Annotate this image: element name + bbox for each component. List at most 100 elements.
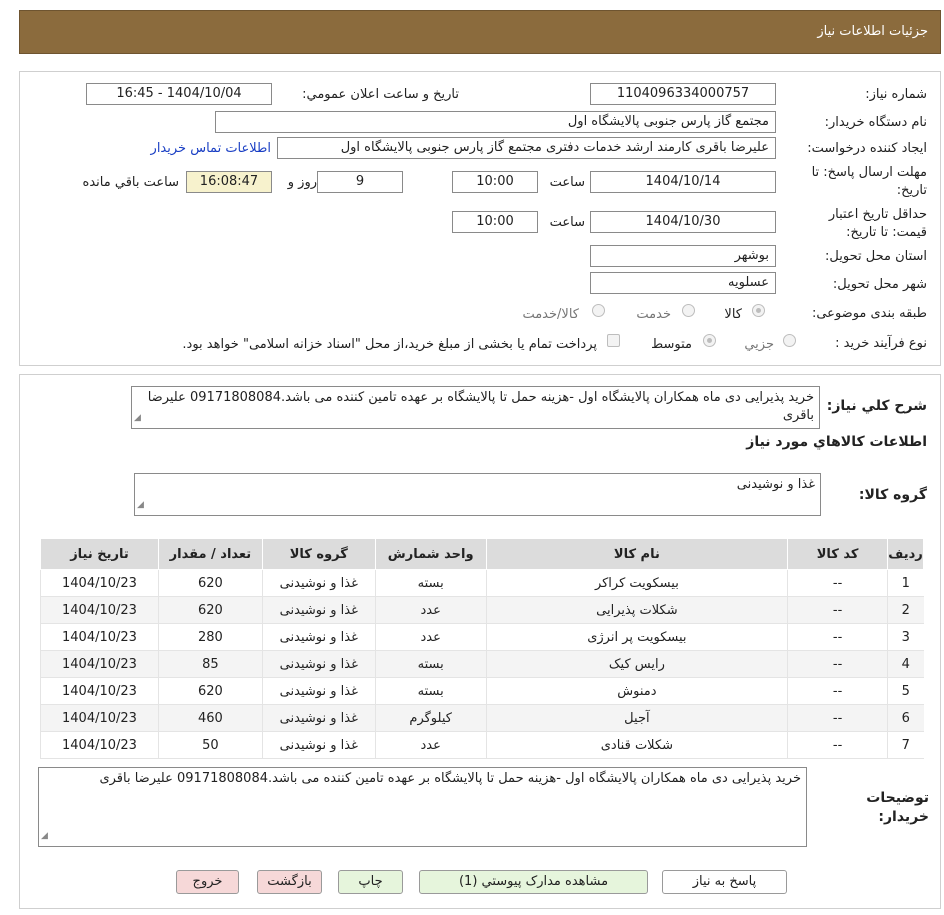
buyer-notes-label-line2: خريدار: bbox=[878, 809, 929, 825]
description-text: خرید پذیرایی دی ماه همکاران پالایشگاه او… bbox=[147, 390, 814, 423]
category-both-radio[interactable] bbox=[592, 304, 605, 317]
cell-item-name: شکلات پذیرایی bbox=[485, 596, 788, 624]
cell-item-name: شکلات قنادی bbox=[485, 731, 788, 759]
back-button[interactable]: بازگشت bbox=[257, 870, 322, 894]
cell-unit: عدد bbox=[374, 623, 487, 651]
cell-unit: بسته bbox=[374, 650, 487, 678]
cell-need-date: 1404/10/23 bbox=[40, 731, 159, 759]
cell-row-number: 6 bbox=[887, 704, 924, 732]
category-goods-radio[interactable] bbox=[752, 304, 765, 317]
validity-date-field: 1404/10/30 bbox=[590, 211, 776, 233]
cell-row-number: 7 bbox=[887, 731, 924, 759]
treasury-payment-checkbox[interactable] bbox=[607, 334, 620, 347]
buyer-notes-label-line1: توضيحات bbox=[866, 790, 929, 806]
announce-date-field: 1404/10/04 - 16:45 bbox=[86, 83, 272, 105]
table-row: 1 -- بیسکویت کراکر بسته غذا و نوشیدنی 62… bbox=[40, 569, 924, 597]
print-button[interactable]: چاپ bbox=[338, 870, 403, 894]
process-type-label: نوع فرآيند خريد : bbox=[835, 336, 927, 351]
cell-item-code: -- bbox=[787, 650, 888, 678]
cell-quantity: 620 bbox=[157, 569, 263, 597]
cell-item-group: غذا و نوشیدنی bbox=[261, 596, 376, 624]
cell-row-number: 4 bbox=[887, 650, 924, 678]
remaining-time-label: ساعت باقي مانده bbox=[82, 175, 179, 190]
table-row: 7 -- شکلات قنادی عدد غذا و نوشیدنی 50 14… bbox=[40, 731, 924, 759]
cell-row-number: 1 bbox=[887, 569, 924, 597]
cell-item-name: بیسکویت پر انرژی bbox=[485, 623, 788, 651]
cell-row-number: 2 bbox=[887, 596, 924, 624]
cell-item-group: غذا و نوشیدنی bbox=[261, 731, 376, 759]
cell-row-number: 3 bbox=[887, 623, 924, 651]
table-row: 4 -- رایس کیک بسته غذا و نوشیدنی 85 1404… bbox=[40, 650, 924, 678]
cell-need-date: 1404/10/23 bbox=[40, 596, 159, 624]
deadline-time-label: ساعت bbox=[549, 175, 585, 190]
need-number-label: شماره نیاز: bbox=[865, 87, 927, 102]
page-header: جزئیات اطلاعات نیاز bbox=[19, 10, 941, 54]
need-number-field: 1104096334000757 bbox=[590, 83, 776, 105]
table-row: 3 -- بیسکویت پر انرژی عدد غذا و نوشیدنی … bbox=[40, 623, 924, 651]
resize-grip-icon[interactable]: ◢ bbox=[134, 409, 141, 427]
cell-quantity: 50 bbox=[157, 731, 263, 759]
cell-unit: بسته bbox=[374, 677, 487, 705]
exit-button[interactable]: خروج bbox=[176, 870, 239, 894]
cell-quantity: 460 bbox=[157, 704, 263, 732]
city-label: شهر محل تحويل: bbox=[832, 277, 927, 292]
table-row: 2 -- شکلات پذیرایی عدد غذا و نوشیدنی 620… bbox=[40, 596, 924, 624]
validity-label-line2: قيمت: تا تاريخ: bbox=[846, 225, 927, 240]
deadline-time-field: 10:00 bbox=[452, 171, 538, 193]
validity-label-line1: حداقل تاريخ اعتبار bbox=[828, 207, 927, 222]
cell-item-name: دمنوش bbox=[485, 677, 788, 705]
creator-label: ايجاد کننده درخواست: bbox=[807, 141, 927, 156]
description-textarea[interactable]: خرید پذیرایی دی ماه همکاران پالایشگاه او… bbox=[131, 386, 820, 429]
goods-table-header: رديف کد کالا نام کالا واحد شمارش گروه کا… bbox=[40, 538, 924, 570]
col-need-date: تاريخ نياز bbox=[40, 538, 159, 570]
announce-date-label: تاريخ و ساعت اعلان عمومي: bbox=[302, 87, 459, 102]
buyer-org-label: نام دستگاه خريدار: bbox=[824, 115, 927, 130]
cell-item-group: غذا و نوشیدنی bbox=[261, 677, 376, 705]
deadline-label-line1: مهلت ارسال پاسخ: تا bbox=[811, 165, 927, 180]
cell-item-name: آجیل bbox=[485, 704, 788, 732]
days-remaining-field: 9 bbox=[317, 171, 403, 193]
page-title: جزئیات اطلاعات نیاز bbox=[817, 24, 928, 39]
treasury-payment-note: پرداخت تمام يا بخشی از مبلغ خريد،از محل … bbox=[182, 337, 597, 352]
cell-item-code: -- bbox=[787, 677, 888, 705]
creator-field: علیرضا باقری کارمند ارشد خدمات دفتری مجت… bbox=[277, 137, 776, 159]
cell-item-group: غذا و نوشیدنی bbox=[261, 704, 376, 732]
cell-unit: عدد bbox=[374, 731, 487, 759]
table-row: 5 -- دمنوش بسته غذا و نوشیدنی 620 1404/1… bbox=[40, 677, 924, 705]
cell-item-name: بیسکویت کراکر bbox=[485, 569, 788, 597]
category-both-label: کالا/خدمت bbox=[522, 307, 579, 322]
remaining-time-field: 16:08:47 bbox=[186, 171, 272, 193]
process-partial-label: جزيي bbox=[744, 337, 774, 352]
process-partial-radio[interactable] bbox=[783, 334, 796, 347]
cell-need-date: 1404/10/23 bbox=[40, 677, 159, 705]
cell-quantity: 280 bbox=[157, 623, 263, 651]
cell-item-code: -- bbox=[787, 569, 888, 597]
buyer-notes-textarea[interactable]: خرید پذیرایی دی ماه همکاران پالایشگاه او… bbox=[38, 767, 807, 847]
cell-item-name: رایس کیک bbox=[485, 650, 788, 678]
city-field: عسلويه bbox=[590, 272, 776, 294]
cell-quantity: 85 bbox=[157, 650, 263, 678]
cell-item-code: -- bbox=[787, 731, 888, 759]
col-item-code: کد کالا bbox=[787, 538, 889, 570]
cell-item-code: -- bbox=[787, 623, 888, 651]
process-medium-radio[interactable] bbox=[703, 334, 716, 347]
goods-table: رديف کد کالا نام کالا واحد شمارش گروه کا… bbox=[40, 538, 924, 759]
goods-group-textarea[interactable]: غذا و نوشیدنی ◢ bbox=[134, 473, 821, 516]
category-service-label: خدمت bbox=[636, 307, 671, 322]
reply-to-need-button[interactable]: پاسخ به نياز bbox=[662, 870, 787, 894]
category-service-radio[interactable] bbox=[682, 304, 695, 317]
validity-time-field: 10:00 bbox=[452, 211, 538, 233]
buyer-notes-text: خرید پذیرایی دی ماه همکاران پالایشگاه او… bbox=[99, 771, 801, 786]
buyer-contact-link[interactable]: اطلاعات تماس خريدار bbox=[151, 141, 271, 156]
cell-unit: بسته bbox=[374, 569, 487, 597]
category-label: طبقه بندی موضوعی: bbox=[811, 306, 927, 321]
resize-grip-icon[interactable]: ◢ bbox=[137, 496, 144, 514]
col-unit: واحد شمارش bbox=[374, 538, 487, 570]
resize-grip-icon[interactable]: ◢ bbox=[41, 827, 48, 845]
col-quantity: تعداد / مقدار bbox=[157, 538, 263, 570]
province-label: استان محل تحويل: bbox=[825, 249, 927, 264]
description-label: شرح کلي نياز: bbox=[826, 398, 927, 414]
cell-item-group: غذا و نوشیدنی bbox=[261, 650, 376, 678]
view-attachments-button[interactable]: مشاهده مدارک پيوستي (1) bbox=[419, 870, 648, 894]
category-goods-label: کالا bbox=[724, 307, 742, 322]
